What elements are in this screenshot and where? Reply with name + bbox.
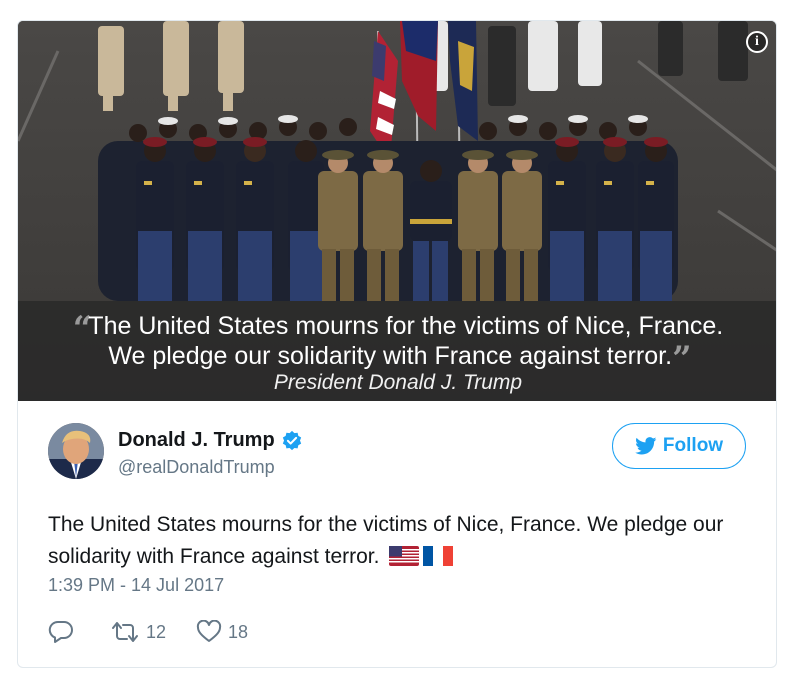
tweet-text: The United States mourns for the victims…	[48, 509, 748, 576]
avatar-image	[48, 423, 104, 479]
heart-icon	[196, 620, 222, 642]
reply-icon	[48, 620, 73, 643]
author-name[interactable]: Donald J. Trump	[118, 429, 275, 452]
retweet-button[interactable]: 12	[110, 620, 166, 644]
author-name-row[interactable]: Donald J. Trump	[118, 429, 303, 452]
tweet-timestamp[interactable]: 1:39 PM - 14 Jul 2017	[48, 575, 224, 596]
france-flag-icon	[423, 544, 454, 576]
tweet-body: The United States mourns for the victims…	[48, 513, 724, 568]
avatar[interactable]	[48, 423, 104, 479]
follow-button-label: Follow	[662, 435, 724, 456]
us-flag-icon	[389, 544, 420, 576]
quote-overlay: “The United States mourns for the victim…	[18, 301, 776, 401]
retweet-icon	[112, 622, 138, 642]
tweet-card[interactable]: i “The United States mourns for the vict…	[17, 20, 777, 668]
follow-button[interactable]: Follow	[612, 423, 746, 469]
retweet-count: 12	[146, 621, 167, 642]
like-button[interactable]: 18	[196, 620, 248, 644]
verified-badge-icon	[281, 430, 303, 452]
like-count: 18	[228, 621, 249, 642]
tweet-actions: 12 18	[48, 619, 278, 645]
author-handle[interactable]: @realDonaldTrump	[118, 457, 275, 478]
twitter-bird-icon	[635, 437, 657, 455]
quote-attribution: President Donald J. Trump	[273, 371, 523, 394]
info-icon[interactable]: i	[746, 31, 768, 53]
tweet-media-image[interactable]: i “The United States mourns for the vict…	[18, 21, 776, 401]
reply-button[interactable]	[48, 620, 80, 644]
